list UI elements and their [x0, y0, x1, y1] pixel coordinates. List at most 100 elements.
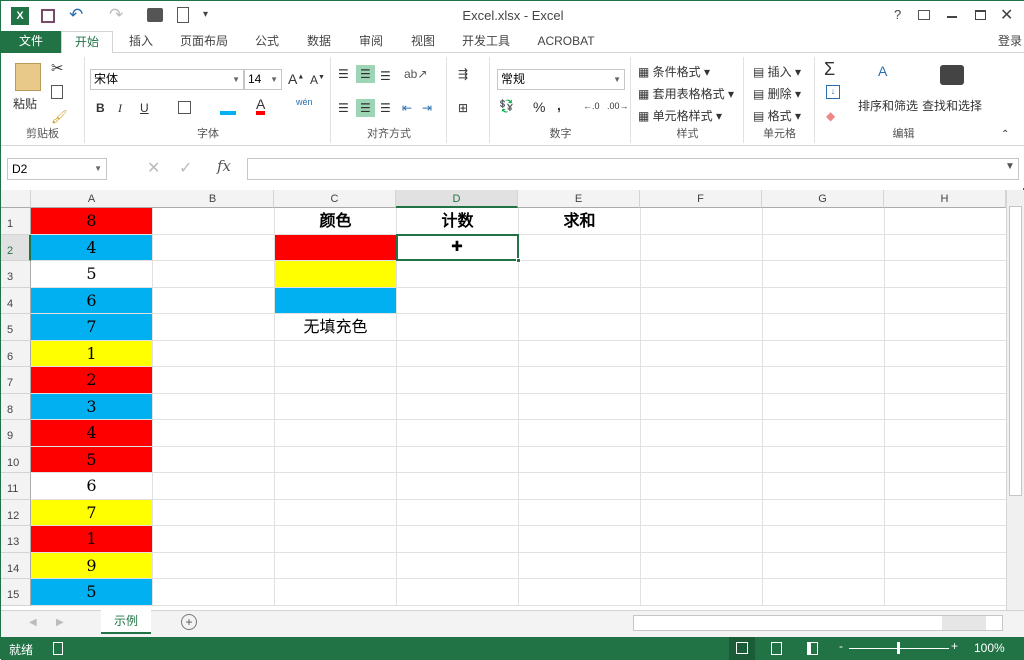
increase-decimal-icon[interactable]: ←.0	[583, 101, 600, 111]
increase-font-icon[interactable]: A▲	[288, 71, 304, 87]
cell-h7[interactable]	[885, 367, 1006, 394]
autosum-button[interactable]: Σ	[824, 59, 835, 80]
font-name-select[interactable]: 宋体▼	[90, 69, 244, 90]
cell-c1[interactable]: 颜色	[275, 208, 397, 235]
cell-a3[interactable]: 5	[31, 261, 153, 288]
row-header-4[interactable]: 4	[1, 288, 31, 315]
minimize-button[interactable]	[947, 16, 957, 18]
tab-formulas[interactable]: 公式	[247, 31, 287, 53]
row-header-2[interactable]: 2	[1, 235, 31, 262]
tab-data[interactable]: 数据	[299, 31, 339, 53]
cell-f3[interactable]	[641, 261, 763, 288]
cell-f5[interactable]	[641, 314, 763, 341]
cell-b11[interactable]	[153, 473, 275, 500]
insert-function-button[interactable]: fx	[217, 157, 231, 175]
zoom-out-button[interactable]: -	[839, 639, 843, 653]
cell-f9[interactable]	[641, 420, 763, 447]
ribbon-display-options-button[interactable]	[918, 10, 930, 20]
cell-b1[interactable]	[153, 208, 275, 235]
cell-c12[interactable]	[275, 500, 397, 527]
cell-g12[interactable]	[763, 500, 885, 527]
tab-developer[interactable]: 开发工具	[455, 31, 517, 53]
cell-c6[interactable]	[275, 341, 397, 368]
row-header-1[interactable]: 1	[1, 208, 31, 235]
cell-d6[interactable]	[397, 341, 519, 368]
horizontal-scrollbar[interactable]	[633, 615, 1003, 631]
cell-h6[interactable]	[885, 341, 1006, 368]
align-top-icon[interactable]: ☰	[338, 67, 349, 81]
row-header-10[interactable]: 10	[1, 447, 31, 474]
next-sheet-icon[interactable]: ▶	[56, 617, 64, 628]
undo-icon[interactable]: ↶	[69, 5, 83, 25]
customize-qat-icon[interactable]: ▾	[203, 9, 208, 20]
sign-in-link[interactable]: 登录	[995, 31, 1024, 53]
cell-g14[interactable]	[763, 553, 885, 580]
cell-h1[interactable]	[885, 208, 1006, 235]
cell-e6[interactable]	[519, 341, 641, 368]
row-header-9[interactable]: 9	[1, 420, 31, 447]
cell-d13[interactable]	[397, 526, 519, 553]
cell-c8[interactable]	[275, 394, 397, 421]
find-binoculars-icon[interactable]	[940, 65, 964, 85]
comma-button[interactable]: ,	[557, 97, 561, 113]
phonetic-icon[interactable]: wén	[296, 97, 313, 107]
decrease-indent-icon[interactable]: ⇤	[402, 101, 412, 115]
cell-h4[interactable]	[885, 288, 1006, 315]
cell-a9[interactable]: 4	[31, 420, 153, 447]
sort-filter-button[interactable]: 排序和筛选	[858, 97, 918, 114]
column-header-c[interactable]: C	[274, 190, 396, 208]
borders-icon[interactable]	[178, 101, 191, 114]
tab-insert[interactable]: 插入	[119, 31, 163, 53]
cancel-entry-icon[interactable]: ✕	[147, 158, 160, 178]
cell-f11[interactable]	[641, 473, 763, 500]
cell-h11[interactable]	[885, 473, 1006, 500]
orientation-icon[interactable]: ab↗	[404, 67, 427, 81]
column-header-h[interactable]: H	[884, 190, 1006, 208]
cell-e1[interactable]: 求和	[519, 208, 641, 235]
cell-e15[interactable]	[519, 579, 641, 606]
tab-acrobat[interactable]: ACROBAT	[531, 31, 601, 53]
help-button[interactable]: ?	[894, 7, 901, 22]
save-icon[interactable]	[41, 9, 55, 23]
merge-center-icon[interactable]: ⊞	[458, 101, 468, 115]
sheet-tab-example[interactable]: 示例	[101, 610, 151, 634]
cell-e14[interactable]	[519, 553, 641, 580]
format-as-table-button[interactable]: ▦ 套用表格格式 ▾	[638, 85, 734, 102]
cell-d8[interactable]	[397, 394, 519, 421]
column-header-a[interactable]: A	[31, 190, 153, 208]
cell-a12[interactable]: 7	[31, 500, 153, 527]
cell-e11[interactable]	[519, 473, 641, 500]
row-header-14[interactable]: 14	[1, 553, 31, 580]
column-header-e[interactable]: E	[518, 190, 640, 208]
cell-g11[interactable]	[763, 473, 885, 500]
zoom-in-button[interactable]: +	[951, 639, 958, 653]
worksheet-grid[interactable]: ABCDEFGH18颜色计数求和24354657无填充色617283941051…	[1, 190, 1006, 610]
cell-d10[interactable]	[397, 447, 519, 474]
cell-e7[interactable]	[519, 367, 641, 394]
column-header-b[interactable]: B	[152, 190, 274, 208]
cell-b6[interactable]	[153, 341, 275, 368]
cell-f13[interactable]	[641, 526, 763, 553]
cell-c11[interactable]	[275, 473, 397, 500]
cell-h5[interactable]	[885, 314, 1006, 341]
zoom-level[interactable]: 100%	[974, 641, 1005, 655]
cell-d15[interactable]	[397, 579, 519, 606]
cell-f8[interactable]	[641, 394, 763, 421]
cell-d7[interactable]	[397, 367, 519, 394]
cell-g7[interactable]	[763, 367, 885, 394]
cell-b8[interactable]	[153, 394, 275, 421]
collapse-ribbon-icon[interactable]: ⌃	[1001, 129, 1009, 140]
cell-b3[interactable]	[153, 261, 275, 288]
cell-d12[interactable]	[397, 500, 519, 527]
cell-f1[interactable]	[641, 208, 763, 235]
accounting-format-icon[interactable]: 💱	[499, 99, 514, 113]
cell-g6[interactable]	[763, 341, 885, 368]
cell-h9[interactable]	[885, 420, 1006, 447]
cell-d1[interactable]: 计数	[397, 208, 519, 235]
align-left-icon[interactable]: ☰	[338, 101, 349, 115]
cell-b13[interactable]	[153, 526, 275, 553]
cell-f4[interactable]	[641, 288, 763, 315]
row-header-5[interactable]: 5	[1, 314, 31, 341]
cell-b5[interactable]	[153, 314, 275, 341]
decrease-font-icon[interactable]: A▼	[310, 73, 325, 87]
